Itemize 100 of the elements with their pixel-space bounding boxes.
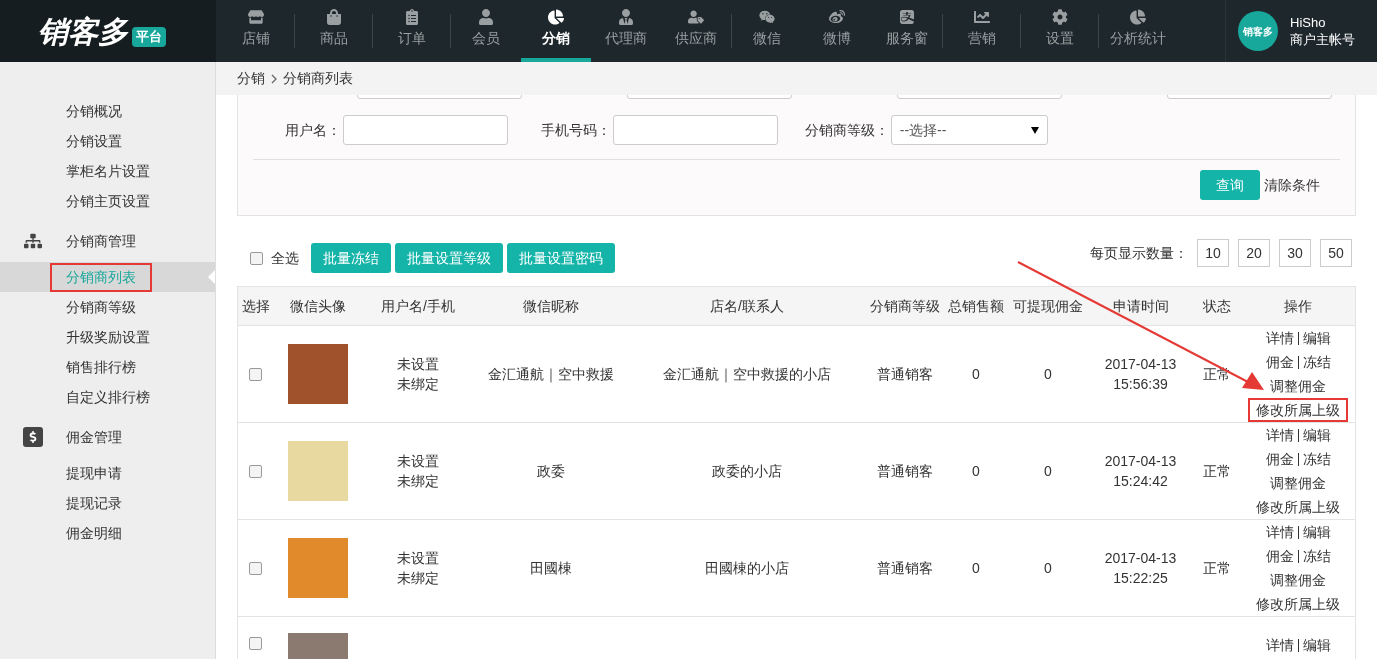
sidebar-item[interactable]: 提现记录 [50, 488, 138, 518]
nav-tab[interactable]: 服务窗 [872, 0, 942, 62]
nav-tab[interactable]: 商品 [295, 0, 372, 62]
table-cell-text: 未绑定 [397, 472, 439, 491]
action-link[interactable]: 冻结 [1302, 352, 1331, 372]
page-size-option[interactable]: 30 [1279, 239, 1311, 267]
pie-chart-icon [548, 9, 564, 25]
action-link[interactable]: 冻结 [1302, 546, 1331, 566]
user-role: 商户主帐号 [1290, 31, 1355, 48]
action-link[interactable]: 详情 [1265, 522, 1294, 542]
sidebar-item[interactable]: 销售排行榜 [50, 352, 152, 382]
table-cell-text: 15:24:42 [1113, 472, 1168, 491]
column-header: 总销售额 [947, 296, 1005, 316]
page-size-option[interactable]: 10 [1197, 239, 1229, 267]
table-cell: 政委的小店 [712, 462, 782, 479]
column-header: 微信昵称 [521, 296, 580, 316]
field-label: 手机号码： [540, 120, 612, 140]
nav-tab[interactable]: 微信 [732, 0, 802, 62]
checkbox[interactable] [249, 561, 262, 575]
page-size-option[interactable]: 20 [1238, 239, 1270, 267]
nav-tab[interactable]: 设置 [1021, 0, 1098, 62]
column-header: 可提现佣金 [1012, 296, 1084, 316]
select-all-label[interactable]: 全选 [271, 247, 299, 269]
table-cell: 普通销客 [877, 559, 933, 576]
checkbox[interactable] [249, 367, 262, 381]
action-link[interactable]: 冻结 [1302, 449, 1331, 469]
input-field[interactable] [343, 115, 508, 145]
table-cell: 正常 [1203, 559, 1231, 576]
person-tag-icon [688, 9, 704, 25]
input-field[interactable] [613, 115, 778, 145]
table-cell-text: 未绑定 [397, 569, 439, 588]
table-cell: 0 [972, 559, 980, 576]
sidebar-item[interactable]: 提现申请 [50, 458, 138, 488]
column-header: 用户名/手机 [380, 296, 456, 316]
photo-placeholder [288, 441, 348, 501]
sidebar-item[interactable]: 掌柜名片设置 [50, 156, 166, 186]
table-cell-text: 2017-04-13 [1104, 549, 1177, 568]
person-tie-icon [618, 9, 634, 25]
nav-tab[interactable]: 订单 [373, 0, 450, 62]
nav-tab[interactable]: 供应商 [661, 0, 731, 62]
table-cell-text: 未设置 [397, 549, 439, 568]
checkbox[interactable] [249, 464, 262, 478]
sidebar-item[interactable]: 升级奖励设置 [50, 322, 166, 352]
sidebar-item[interactable]: 分销主页设置 [50, 186, 166, 216]
nav-tab[interactable]: 店铺 [217, 0, 294, 62]
nav-tab[interactable]: 代理商 [591, 0, 661, 62]
field-label: 用户名： [284, 120, 342, 140]
action-link[interactable]: 详情 [1265, 635, 1294, 655]
action-link[interactable]: 佣金 [1265, 546, 1294, 566]
column-header: 分销商等级 [869, 296, 941, 316]
sidebar-item[interactable]: 分销商等级 [50, 292, 152, 322]
page-size-option[interactable]: 50 [1320, 239, 1352, 267]
selection-notch [208, 270, 215, 284]
checkbox[interactable] [249, 637, 262, 650]
table-cell: 0 [1044, 365, 1052, 382]
nav-tab[interactable]: 会员 [451, 0, 521, 62]
table-cell-text: 2017-04-13 [1104, 452, 1177, 471]
table-cell-text: 2017-04-13 [1104, 355, 1177, 374]
action-link[interactable]: 详情 [1265, 425, 1294, 445]
nav-tab[interactable]: 分析统计 [1099, 0, 1176, 62]
breadcrumb-link[interactable]: 分销 [237, 68, 265, 89]
level-select[interactable]: --选择-- [890, 115, 1048, 145]
action-link[interactable]: 详情 [1265, 328, 1294, 348]
action-link[interactable]: 修改所属上级 [1256, 594, 1340, 614]
clear-filters-link[interactable]: 清除条件 [1264, 174, 1320, 196]
sidebar-item[interactable]: 自定义排行榜 [50, 382, 166, 412]
action-link[interactable]: 调整佣金 [1270, 376, 1326, 396]
action-link[interactable]: 佣金 [1265, 352, 1294, 372]
action-link[interactable]: 佣金 [1265, 449, 1294, 469]
nav-tab[interactable]: 微博 [802, 0, 872, 62]
action-link[interactable]: 编辑 [1302, 328, 1331, 348]
action-link[interactable]: 修改所属上级 [1256, 497, 1340, 517]
breadcrumb-link[interactable]: 分销商列表 [283, 68, 353, 89]
photo-placeholder [288, 344, 348, 404]
table-cell: 政委 [536, 462, 565, 479]
network-icon [24, 232, 42, 250]
table-cell-text: 15:22:25 [1113, 569, 1168, 588]
action-link[interactable]: 调整佣金 [1270, 570, 1326, 590]
column-header: 选择 [240, 296, 271, 316]
action-link[interactable]: 编辑 [1302, 425, 1331, 445]
settings-icon [1051, 9, 1068, 25]
checkbox[interactable] [250, 251, 263, 265]
action-link[interactable]: 调整佣金 [1270, 473, 1326, 493]
table-cell-text: 15:56:39 [1113, 375, 1168, 394]
user-name: HiSho [1290, 14, 1327, 31]
action-link[interactable]: 编辑 [1302, 522, 1331, 542]
page-size-label: 每页显示数量： [1090, 243, 1188, 263]
table-cell: 0 [1044, 462, 1052, 479]
sidebar-item[interactable]: 佣金明细 [50, 518, 138, 548]
table-cell: 正常 [1203, 462, 1231, 479]
chart-icon [973, 9, 990, 25]
sidebar-section-title: 分销商管理 [66, 231, 136, 251]
table-cell-text: 未绑定 [397, 375, 439, 394]
nav-tab[interactable]: 营销 [943, 0, 1020, 62]
sidebar-item[interactable]: 分销设置 [50, 126, 138, 156]
sidebar-item[interactable]: 分销概况 [50, 96, 138, 126]
table-cell: 0 [972, 365, 980, 382]
chat-icon [759, 9, 775, 25]
table-cell: 0 [1044, 559, 1052, 576]
action-link[interactable]: 编辑 [1302, 635, 1331, 655]
